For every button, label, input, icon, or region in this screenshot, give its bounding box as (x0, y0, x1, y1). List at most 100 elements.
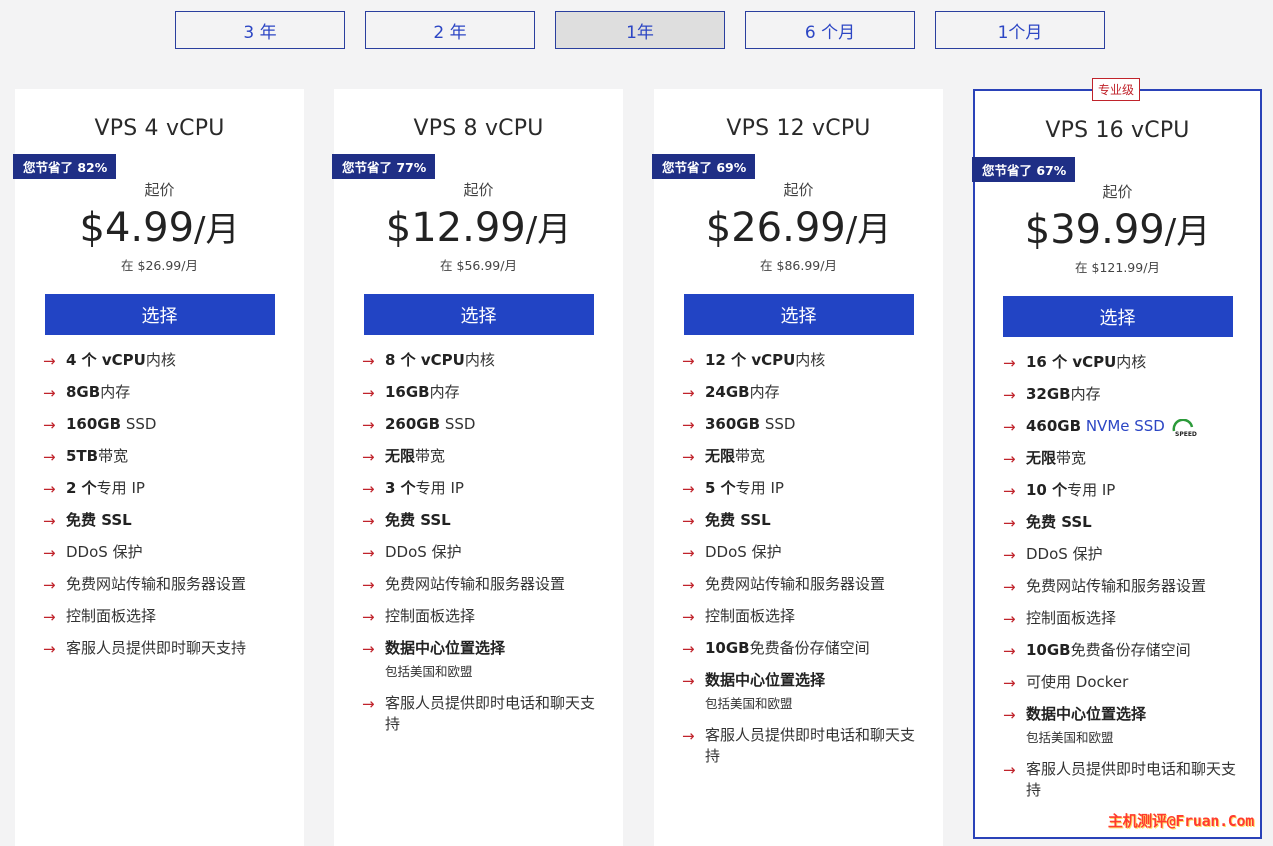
feature-item: → 5TB带宽 (43, 446, 286, 467)
feature-item: → 客服人员提供即时电话和聊天支持 (1003, 759, 1242, 801)
arrow-right-icon: → (682, 448, 695, 466)
arrow-right-icon: → (1003, 354, 1016, 372)
feature-list: → 8 个 vCPU内核 → 16GB内存 → 260GB SSD → 无限带宽 → 3 个专用 … (334, 350, 623, 735)
arrow-right-icon: → (1003, 450, 1016, 468)
feature-item: → 免费 SSL (682, 510, 925, 531)
arrow-right-icon: → (682, 727, 695, 745)
arrow-right-icon: → (1003, 514, 1016, 532)
arrow-right-icon: → (682, 672, 695, 690)
feature-highlight: 3 个 (385, 479, 416, 497)
feature-item: → 16 个 vCPU内核 (1003, 352, 1242, 373)
arrow-right-icon: → (1003, 578, 1016, 596)
arrow-right-icon: → (362, 448, 375, 466)
feature-text: 免费备份存储空间 (1070, 641, 1191, 659)
term-button[interactable]: 2 年 (365, 11, 535, 49)
feature-text: 内存 (749, 383, 780, 401)
feature-text: DDoS 保护 (1026, 545, 1103, 563)
original-price: 在 $86.99/月 (760, 258, 837, 273)
feature-text: 控制面板选择 (385, 607, 476, 625)
feature-item: → 无限带宽 (362, 446, 605, 467)
feature-item: → 32GB内存 (1003, 384, 1242, 405)
feature-text: 控制面板选择 (1026, 609, 1117, 627)
feature-highlight: 数据中心位置选择 (705, 671, 826, 689)
nvme-link[interactable]: NVMe SSD (1081, 417, 1165, 435)
feature-text: SSD (440, 415, 476, 433)
arrow-right-icon: → (1003, 610, 1016, 628)
feature-item: → 免费网站传输和服务器设置 (362, 574, 605, 595)
price-unit: /月 (845, 210, 892, 250)
feature-highlight: 8 个 vCPU (385, 351, 465, 369)
term-button[interactable]: 3 年 (175, 11, 345, 49)
feature-item: → 无限带宽 (682, 446, 925, 467)
feature-highlight: 4 个 vCPU (66, 351, 146, 369)
arrow-right-icon: → (362, 695, 375, 713)
savings-badge: 您节省了 69% (652, 154, 756, 179)
arrow-right-icon: → (1003, 642, 1016, 660)
feature-text: 内核 (795, 351, 826, 369)
feature-item: → 免费 SSL (362, 510, 605, 531)
arrow-right-icon: → (362, 416, 375, 434)
feature-highlight: 160GB (66, 415, 122, 433)
price-unit: /月 (1164, 212, 1211, 252)
feature-item: → 260GB SSD (362, 414, 605, 435)
feature-text: 控制面板选择 (66, 607, 157, 625)
original-price: 在 $26.99/月 (121, 258, 198, 273)
plan-price: $12.99/月 (334, 206, 623, 252)
feature-text: DDoS 保护 (705, 543, 782, 561)
feature-text: 免费网站传输和服务器设置 (385, 575, 566, 593)
feature-item: → 460GB NVMe SSD SPEED (1003, 416, 1242, 437)
select-button[interactable]: 选择 (363, 294, 594, 335)
arrow-right-icon: → (1003, 706, 1016, 724)
feature-item: → 控制面板选择 (43, 606, 286, 627)
feature-text: 带宽 (98, 447, 129, 465)
price-amount: $12.99 (385, 205, 526, 251)
feature-item: → DDoS 保护 (43, 542, 286, 563)
term-button[interactable]: 1年 (555, 11, 725, 49)
arrow-right-icon: → (43, 608, 56, 626)
arrow-right-icon: → (682, 416, 695, 434)
term-button[interactable]: 1个月 (935, 11, 1105, 49)
price-unit: /月 (194, 210, 240, 250)
original-price: 在 $121.99/月 (1075, 260, 1160, 275)
feature-item: → 160GB SSD (43, 414, 286, 435)
plan-title: VPS 16 vCPU (1045, 118, 1190, 143)
feature-list: → 12 个 vCPU内核 → 24GB内存 → 360GB SSD → 无限带宽 → 5 个专用… (654, 350, 943, 767)
select-button[interactable]: 选择 (1002, 296, 1233, 337)
feature-text: 免费备份存储空间 (749, 639, 870, 657)
feature-item: → DDoS 保护 (682, 542, 925, 563)
arrow-right-icon: → (1003, 386, 1016, 404)
arrow-right-icon: → (43, 352, 56, 370)
price-unit: /月 (525, 210, 572, 250)
feature-item: → 10GB免费备份存储空间 (1003, 640, 1242, 661)
feature-subtext: 包括美国和欧盟 (1026, 730, 1114, 745)
feature-item: → 免费 SSL (1003, 512, 1242, 533)
savings-badge: 您节省了 67% (972, 157, 1076, 182)
term-button[interactable]: 6 个月 (745, 11, 915, 49)
term-selector: 3 年 2 年 1年 6 个月 1个月 (175, 11, 1105, 49)
original-price: 在 $56.99/月 (440, 258, 517, 273)
feature-item: → 数据中心位置选择 包括美国和欧盟 (682, 670, 925, 714)
feature-highlight: 无限 (385, 447, 416, 465)
arrow-right-icon: → (43, 512, 56, 530)
feature-list: → 4 个 vCPU内核 → 8GB内存 → 160GB SSD → 5TB带宽 → 2 个专用 … (15, 350, 304, 659)
select-button[interactable]: 选择 (683, 294, 914, 335)
plan-title: VPS 4 vCPU (94, 116, 225, 141)
feature-text: 免费网站传输和服务器设置 (1026, 577, 1207, 595)
feature-item: → 12 个 vCPU内核 (682, 350, 925, 371)
feature-text: 专用 IP (1067, 481, 1116, 499)
plan-title: VPS 8 vCPU (413, 116, 544, 141)
arrow-right-icon: → (43, 480, 56, 498)
feature-highlight: 5 个 (705, 479, 736, 497)
feature-text: 内存 (100, 383, 131, 401)
feature-highlight: 32GB (1026, 385, 1071, 403)
speed-icon: SPEED (1171, 418, 1197, 437)
feature-text: 带宽 (735, 447, 766, 465)
select-button[interactable]: 选择 (44, 294, 275, 335)
feature-item: → 3 个专用 IP (362, 478, 605, 499)
feature-text: 控制面板选择 (705, 607, 796, 625)
feature-item: → 可使用 Docker (1003, 672, 1242, 693)
feature-highlight: 260GB (385, 415, 441, 433)
arrow-right-icon: → (682, 384, 695, 402)
arrow-right-icon: → (682, 544, 695, 562)
feature-text: 内核 (1116, 353, 1147, 371)
